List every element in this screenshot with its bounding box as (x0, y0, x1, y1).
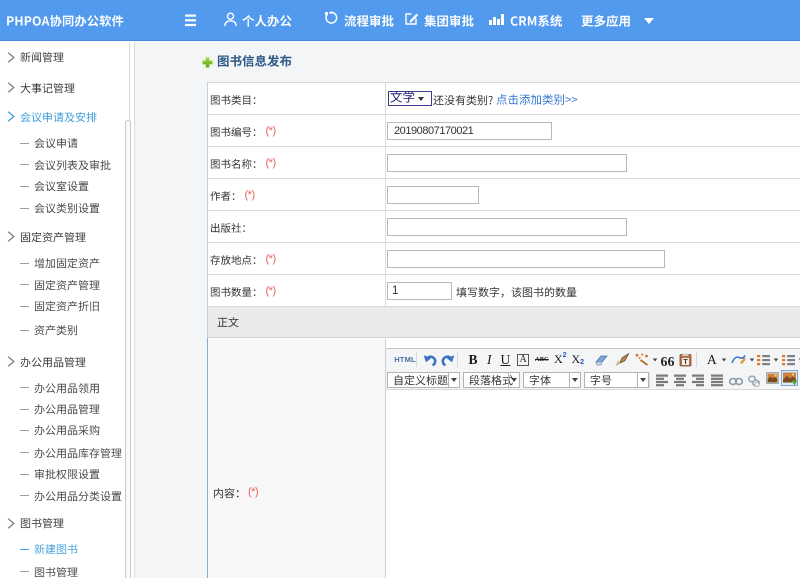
svg-text:T: T (683, 359, 688, 366)
